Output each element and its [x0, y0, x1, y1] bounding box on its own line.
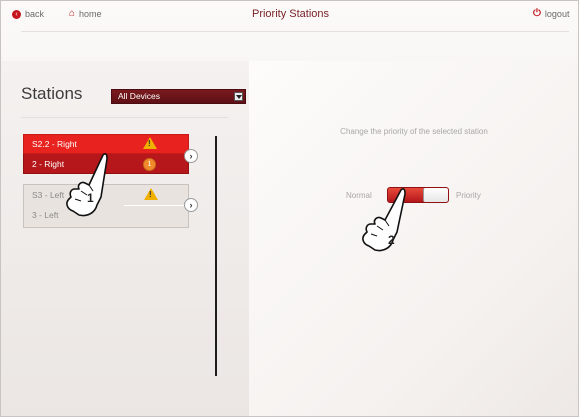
- power-icon: ⏻: [533, 8, 541, 19]
- callout-number: 1: [87, 191, 94, 205]
- station-divider: [124, 205, 184, 206]
- device-filter-value: All Devices: [118, 91, 161, 101]
- station-secondary-label: 3 - Left: [32, 210, 59, 220]
- station-primary-label: S2.2 - Right: [32, 139, 77, 149]
- callout-number: 2: [388, 233, 395, 247]
- priority-label: Priority: [456, 191, 481, 200]
- logout-label: logout: [544, 9, 570, 19]
- dropdown-arrow-icon: [234, 92, 243, 101]
- pointing-hand-icon: 2: [357, 186, 411, 256]
- station-detail-panel: [249, 61, 578, 416]
- device-filter-select[interactable]: All Devices: [111, 89, 246, 104]
- stations-divider: [21, 117, 228, 118]
- toggle-knob[interactable]: [423, 188, 448, 202]
- scrollbar[interactable]: [215, 136, 217, 376]
- stations-panel: [1, 61, 249, 416]
- top-bar: ‹ back ⌂ home Priority Stations ⏻ logout: [1, 1, 578, 31]
- warning-icon: [144, 188, 158, 200]
- app-window: ‹ back ⌂ home Priority Stations ⏻ logout…: [0, 0, 579, 417]
- stations-heading: Stations: [21, 84, 83, 103]
- header-divider: [21, 31, 569, 32]
- station-secondary-label: 2 - Right: [32, 158, 65, 169]
- info-badge-icon: 1: [143, 158, 156, 171]
- station-primary-label: S3 - Left: [32, 190, 65, 200]
- logout-button[interactable]: ⏻ logout: [533, 8, 570, 20]
- pointing-hand-icon: 1: [65, 151, 119, 221]
- chevron-right-icon[interactable]: ›: [184, 149, 198, 163]
- page-title: Priority Stations: [251, 8, 330, 20]
- warning-icon: [143, 137, 157, 149]
- priority-instruction: Change the priority of the selected stat…: [340, 127, 488, 136]
- chevron-right-icon[interactable]: ›: [184, 198, 198, 212]
